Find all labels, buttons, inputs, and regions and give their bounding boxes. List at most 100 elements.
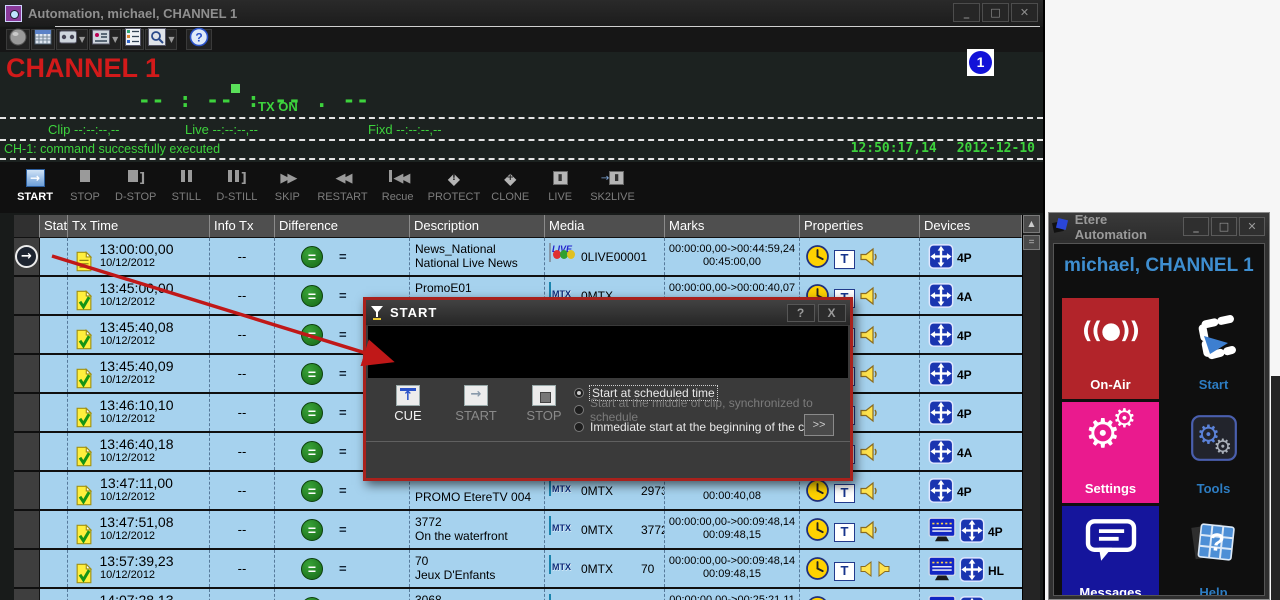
clone-transport-button[interactable]: ◆+CLONE — [485, 168, 535, 203]
dialog-button-label: START — [455, 408, 496, 423]
playlist-icon — [125, 28, 141, 51]
tx-date: 10/12/2012 — [100, 530, 155, 542]
panel-maximize-button[interactable]: □ — [1211, 217, 1237, 236]
help-toolbar-button[interactable]: ? — [186, 29, 212, 50]
start-icon — [464, 385, 488, 406]
d-stop-transport-button[interactable]: ]D-STOP — [110, 168, 161, 203]
panel-minimize-button[interactable]: _ — [1183, 217, 1209, 236]
row-selector[interactable] — [14, 394, 40, 431]
info-tx-value: -- — [210, 405, 274, 420]
marks-range: 00:00:00,00->00:00:40,07 — [665, 282, 799, 294]
dialog-help-button[interactable]: ? — [787, 304, 815, 322]
monitor-device-icon — [928, 595, 956, 600]
radio-button-icon[interactable] — [574, 405, 584, 415]
schedule-toolbar-button[interactable] — [31, 29, 55, 50]
radio-button-icon[interactable] — [574, 388, 584, 398]
column-header-devices[interactable]: Devices — [920, 215, 1022, 238]
minimize-button[interactable]: _ — [953, 3, 980, 22]
column-header-info-tx[interactable]: Info Tx — [210, 215, 275, 238]
tile-label: Help — [1162, 585, 1265, 596]
settings-tile-icon: ⚙⚙ — [1062, 414, 1159, 454]
row-selector[interactable] — [14, 589, 40, 600]
playlist-row[interactable]: →13:00:00,0010/12/2012--==News_NationalN… — [14, 238, 1022, 277]
tile-start[interactable]: Start — [1162, 298, 1265, 399]
tile-tools[interactable]: ⚙⚙Tools — [1162, 402, 1265, 503]
tile-on-air[interactable]: ((●))On-Air — [1062, 298, 1159, 399]
device-label: 4P — [988, 525, 1003, 539]
tile-messages[interactable]: Messages — [1062, 506, 1159, 596]
table-scrollbar[interactable]: ▲ = — [1022, 215, 1040, 600]
app-icon — [5, 5, 22, 22]
radio-button-icon[interactable] — [574, 422, 584, 432]
row-selector[interactable] — [14, 316, 40, 353]
tx-date: 10/12/2012 — [100, 491, 155, 503]
help-icon: ? — [189, 27, 209, 52]
column-header-selector[interactable] — [14, 215, 40, 238]
playlist-row[interactable]: 13:47:51,0810/12/2012--==3772On the wate… — [14, 511, 1022, 550]
d-still-transport-button[interactable]: ]D-STILL — [211, 168, 262, 203]
messages-tile-icon — [1062, 518, 1159, 564]
more-options-button[interactable]: >> — [804, 414, 834, 436]
start-dialog-button[interactable]: START — [450, 385, 502, 441]
protect-transport-button[interactable]: ◆!PROTECT — [423, 168, 486, 203]
tile-help[interactable]: ?Help — [1162, 506, 1265, 596]
start-transport-button[interactable]: →START — [10, 168, 60, 203]
media-cell: LIVE0LIVE00001 — [545, 238, 665, 275]
etere-tile-icon — [1162, 310, 1265, 366]
skip-transport-button[interactable]: ▶▶SKIP — [262, 168, 312, 203]
chevron-down-icon[interactable]: ▼ — [168, 35, 174, 44]
column-header-media[interactable]: Media — [545, 215, 665, 238]
chevron-down-icon[interactable]: ▼ — [79, 35, 85, 44]
row-selector[interactable] — [14, 433, 40, 470]
row-selector[interactable] — [14, 511, 40, 548]
audio-speaker-icon — [860, 364, 880, 389]
row-selector[interactable] — [14, 472, 40, 509]
sk2live-transport-button[interactable]: →▮SK2LIVE — [585, 168, 640, 203]
panel-close-button[interactable]: ✕ — [1239, 217, 1265, 236]
status-cell — [40, 472, 68, 509]
row-selector[interactable] — [14, 550, 40, 587]
chevron-down-icon[interactable]: ▼ — [112, 35, 118, 44]
on-time-status-icon: = — [301, 363, 323, 385]
maximize-button[interactable]: □ — [982, 3, 1009, 22]
description-cell: 70Jeux D'Enfants — [410, 550, 545, 587]
playlist-toolbar-button[interactable] — [122, 29, 144, 50]
difference-value: = — [339, 561, 347, 576]
still-transport-button[interactable]: STILL — [161, 168, 211, 203]
close-button[interactable]: ✕ — [1011, 3, 1038, 22]
row-selector[interactable] — [14, 277, 40, 314]
column-header-status[interactable]: Status — [40, 215, 68, 238]
devices-cell: 4A — [920, 433, 1022, 470]
search-toolbar-button[interactable]: ▼ — [145, 29, 177, 50]
start-dialog: START ? X CUESTARTSTOP Start at schedule… — [363, 297, 853, 481]
row-selector[interactable] — [14, 355, 40, 392]
column-header-marks[interactable]: Marks — [665, 215, 800, 238]
scroll-thumb[interactable]: = — [1023, 235, 1040, 250]
dialog-close-button[interactable]: X — [818, 304, 846, 322]
on-time-status-icon: = — [301, 519, 323, 541]
live-transport-button[interactable]: ▮LIVE — [535, 168, 585, 203]
scroll-up-icon[interactable]: ▲ — [1023, 215, 1040, 233]
restart-transport-button[interactable]: ◀◀RESTART — [312, 168, 372, 203]
column-header-tx-time[interactable]: Tx Time — [68, 215, 210, 238]
workorder-toolbar-button[interactable]: ▼ — [89, 29, 121, 50]
column-header-properties[interactable]: Properties — [800, 215, 920, 238]
router-device-icon — [928, 322, 954, 350]
cue-dialog-button[interactable]: CUE — [382, 385, 434, 441]
etere-logo-icon — [1053, 219, 1069, 235]
tx-time-cell: 13:45:40,0910/12/2012 — [68, 355, 210, 392]
column-header-description[interactable]: Description — [410, 215, 545, 238]
tx-time-cell: 13:45:00,0010/12/2012 — [68, 277, 210, 314]
row-selector[interactable]: → — [14, 238, 40, 275]
playlist-row[interactable]: 13:57:39,2310/12/2012--==70Jeux D'Enfant… — [14, 550, 1022, 589]
playlist-row[interactable]: 14:07:28,13--==3068MTX00:00:00,00->00:25… — [14, 589, 1022, 600]
stop-dialog-button[interactable]: STOP — [518, 385, 570, 441]
tape-toolbar-button[interactable]: ▼ — [56, 29, 88, 50]
stop-transport-button[interactable]: STOP — [60, 168, 110, 203]
sphere-toolbar-button[interactable] — [6, 29, 30, 50]
recue-transport-button[interactable]: ◀◀Recue — [373, 168, 423, 203]
title-property-icon: T — [834, 250, 855, 269]
column-header-difference[interactable]: Difference — [275, 215, 410, 238]
marks-range: 00:00:00,00->00:09:48,14 — [665, 516, 799, 528]
tile-settings[interactable]: ⚙⚙Settings — [1062, 402, 1159, 503]
